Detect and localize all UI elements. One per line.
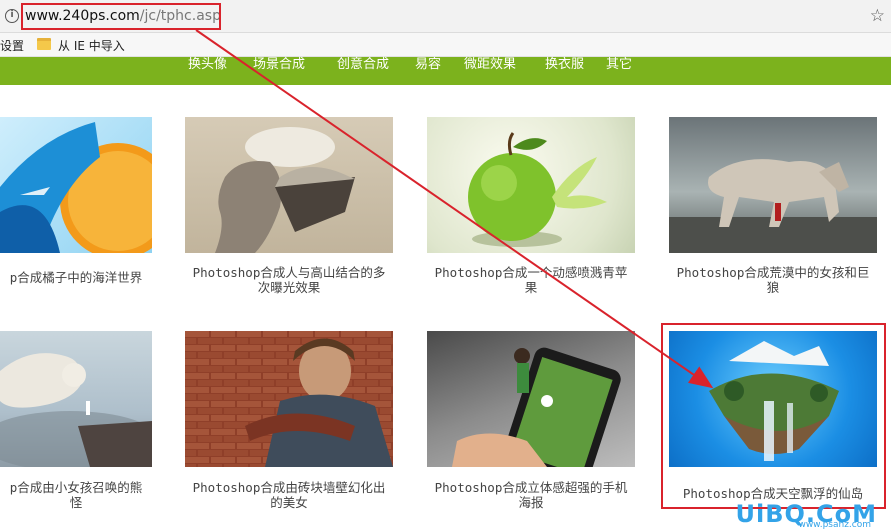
- nav-item-face-swap[interactable]: 换头像: [188, 57, 227, 73]
- thumbnail-caption[interactable]: Photoshop合成由砖块墙壁幻化出 的美女: [185, 480, 393, 510]
- thumbnail-caption[interactable]: Photoshop合成人与高山结合的多 次曝光效果: [185, 265, 393, 295]
- thumbnail-caption[interactable]: p合成由小女孩召唤的熊 怪: [0, 480, 152, 510]
- thumbnail-polar-bear[interactable]: [0, 331, 152, 467]
- site-nav: 换头像 场景合成 创意合成 易容 微距效果 换衣服 其它: [0, 57, 891, 85]
- nav-item-macro[interactable]: 微距效果: [464, 57, 516, 73]
- nav-item-scene[interactable]: 场景合成: [253, 57, 305, 73]
- nav-item-clothes[interactable]: 换衣服: [545, 57, 584, 73]
- folder-icon: [37, 38, 51, 50]
- thumbnail-brick-wall[interactable]: [185, 331, 393, 467]
- thumbnail-highlight-box: [661, 323, 886, 509]
- thumbnail-caption[interactable]: p合成橘子中的海洋世界: [0, 270, 152, 285]
- thumbnail-phone-poster[interactable]: [427, 331, 635, 467]
- bookmark-star-icon[interactable]: ☆: [870, 6, 885, 26]
- nav-item-other[interactable]: 其它: [606, 57, 632, 73]
- thumbnail-caption[interactable]: Photoshop合成一个动感喷溅青苹 果: [427, 265, 635, 295]
- bookmark-import-ie[interactable]: 从 IE 中导入: [58, 37, 125, 54]
- info-icon[interactable]: i: [5, 9, 19, 23]
- thumbnail-desert-wolf[interactable]: [669, 117, 877, 253]
- thumbnail-caption[interactable]: Photoshop合成立体感超强的手机 海报: [427, 480, 635, 510]
- bookmark-settings[interactable]: 设置: [0, 37, 24, 54]
- bookmarks-bar: 设置 从 IE 中导入: [0, 33, 891, 57]
- url-highlight-box: [21, 3, 221, 30]
- thumbnail-orange-ocean[interactable]: [0, 117, 152, 253]
- nav-item-creative[interactable]: 创意合成: [337, 57, 389, 73]
- nav-item-makeover[interactable]: 易容: [415, 57, 441, 73]
- address-bar: i www.240ps.com/jc/tphc.asp ☆: [0, 0, 891, 33]
- thumbnail-double-exposure[interactable]: [185, 117, 393, 253]
- watermark-url: www.psahz.com: [798, 520, 871, 530]
- thumbnail-green-apple[interactable]: [427, 117, 635, 253]
- thumbnail-caption[interactable]: Photoshop合成荒漠中的女孩和巨 狼: [669, 265, 877, 295]
